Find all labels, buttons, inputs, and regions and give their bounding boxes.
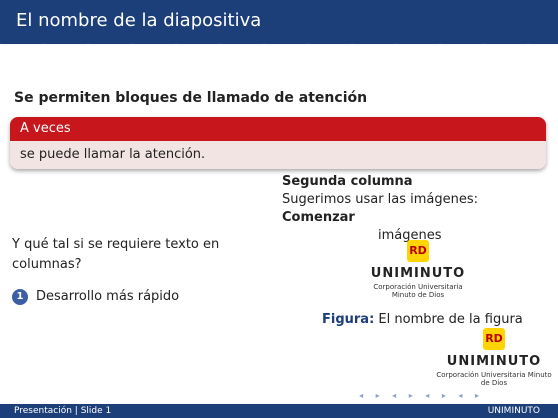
logo-uniminuto-small: RD UNIMINUTO Corporación Universitaria M… <box>368 240 468 302</box>
caption-text: El nombre de la figura <box>378 312 523 327</box>
logo-subtitle: Corporación Universitaria Minuto de Dios <box>373 283 463 299</box>
alert-heading: A veces <box>10 117 546 141</box>
beamer-navigation[interactable]: ◂ ▸ ◂ ▸ ◂ ▸ ◂ ▸ <box>359 391 484 400</box>
left-column: Y qué tal si se requiere texto en column… <box>12 235 252 307</box>
slide-header: El nombre de la diapositiva <box>0 0 558 44</box>
block-title: Se permiten bloques de llamado de atenci… <box>14 90 368 106</box>
right-column-line1: Sugerimos usar las imágenes: <box>282 192 479 207</box>
logo-mark-icon: RD <box>483 328 505 350</box>
logo-name: UNIMINUTO <box>446 354 542 369</box>
logo-name: UNIMINUTO <box>370 266 466 281</box>
slide-title: El nombre de la diapositiva <box>16 10 262 31</box>
bullet-text: Desarrollo más rápido <box>36 289 180 304</box>
right-column: Segunda columna Sugerimos usar las imáge… <box>282 173 514 245</box>
alert-body: se puede llamar la atención. <box>10 141 546 169</box>
right-column-heading: Segunda columna <box>282 174 413 189</box>
alert-block: A veces se puede llamar la atención. <box>10 117 546 169</box>
caption-label: Figura: <box>322 312 375 327</box>
footer-right: UNIMINUTO <box>487 406 540 416</box>
logo-subtitle: Corporación Universitaria Minuto de Dios <box>436 371 552 387</box>
slide-footer: Presentación | Slide 1 UNIMINUTO <box>0 404 558 418</box>
figure-caption: Figura: El nombre de la figura <box>322 312 523 327</box>
bullet-number: 1 <box>12 289 28 305</box>
logo-mark-icon: RD <box>407 240 429 262</box>
bullet-item: 1 Desarrollo más rápido <box>12 287 252 307</box>
footer-left: Presentación | Slide 1 <box>14 406 112 416</box>
question-text: Y qué tal si se requiere texto en column… <box>12 237 220 272</box>
logo-uniminuto-large: RD UNIMINUTO Corporación Universitaria M… <box>434 328 554 387</box>
